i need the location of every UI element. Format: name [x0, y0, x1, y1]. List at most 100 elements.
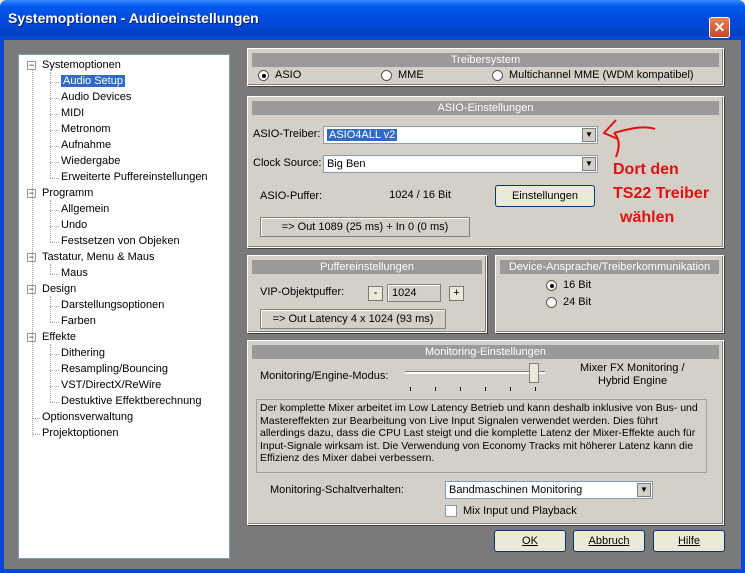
- monitoring-mode-value-line1: Mixer FX Monitoring /: [580, 362, 685, 374]
- tree-connector: [50, 264, 51, 274]
- ok-label: OK: [522, 535, 538, 547]
- clock-source-value: Big Ben: [327, 158, 366, 170]
- einstellungen-button[interactable]: Einstellungen: [495, 185, 595, 207]
- tree-item-label: VST/DirectX/ReWire: [61, 379, 162, 391]
- tree-item[interactable]: Design: [42, 282, 76, 297]
- asio-latency-readout: => Out 1089 (25 ms) + In 0 (0 ms): [260, 217, 470, 237]
- hilfe-button[interactable]: Hilfe: [653, 530, 725, 552]
- radio-mme-label: MME: [398, 69, 424, 81]
- asio-treiber-select[interactable]: ASIO4ALL v2 ▼: [323, 126, 598, 144]
- schaltverhalten-label: Monitoring-Schaltverhalten:: [270, 484, 404, 496]
- annotation-line3: wählen: [620, 209, 675, 226]
- slider-thumb[interactable]: [529, 363, 539, 383]
- radio-16-bit-label: 16 Bit: [563, 279, 592, 291]
- tree-item[interactable]: Projektoptionen: [42, 426, 118, 441]
- radio-asio-label: ASIO: [275, 69, 302, 81]
- chevron-down-icon[interactable]: ▼: [637, 483, 651, 497]
- asio-treiber-value: ASIO4ALL v2: [327, 129, 398, 141]
- monitoring-header: Monitoring-Einstellungen: [252, 345, 719, 359]
- tree-item[interactable]: MIDI: [61, 106, 84, 121]
- tree-item[interactable]: Festsetzen von Objeken: [61, 234, 180, 249]
- tree-connector: [50, 82, 59, 83]
- tree-item[interactable]: Audio Setup: [61, 74, 125, 89]
- engine-mode-slider[interactable]: [405, 363, 545, 393]
- radio-asio[interactable]: [258, 70, 269, 81]
- clock-source-select[interactable]: Big Ben ▼: [323, 155, 598, 173]
- tree-item-label: Audio Setup: [61, 75, 125, 87]
- puffereinstellungen-group: Puffereinstellungen VIP-Objektpuffer: - …: [247, 255, 487, 333]
- monitoring-group: Monitoring-Einstellungen Monitoring/Engi…: [247, 340, 724, 525]
- tree-item-label: Festsetzen von Objeken: [61, 235, 180, 247]
- tree-connector: [32, 418, 40, 419]
- mix-input-checkbox[interactable]: [445, 505, 457, 517]
- tree-item-label: Allgemein: [61, 203, 110, 215]
- tree-item[interactable]: Maus: [61, 266, 88, 281]
- radio-multichannel-mme[interactable]: [492, 70, 503, 81]
- tree-connector: [50, 72, 51, 178]
- options-tree: − Systemoptionen Audio Setup Audio Devices M…: [18, 54, 230, 559]
- tree-item[interactable]: Metronom: [61, 122, 111, 137]
- tree-item[interactable]: Resampling/Bouncing: [61, 362, 168, 377]
- tree-item-label: Systemoptionen: [42, 59, 121, 71]
- schaltverhalten-select[interactable]: Bandmaschinen Monitoring ▼: [445, 481, 653, 499]
- tree-item-label: Darstellungsoptionen: [61, 299, 165, 311]
- tree-item-label: Design: [42, 283, 77, 295]
- radio-24-bit[interactable]: [546, 297, 557, 308]
- puffer-latency-readout: => Out Latency 4 x 1024 (93 ms): [260, 309, 446, 329]
- puffer-increment-button[interactable]: +: [449, 286, 464, 301]
- tree-item[interactable]: Wiedergabe: [61, 154, 120, 169]
- vip-objektpuffer-value[interactable]: 1024: [387, 284, 441, 302]
- tree-item[interactable]: Erweiterte Puffereinstellungen: [61, 170, 208, 185]
- asio-puffer-label: ASIO-Puffer:: [260, 190, 323, 202]
- monitoring-mode-value-line2: Hybrid Engine: [598, 375, 668, 387]
- puffer-decrement-button[interactable]: -: [368, 286, 383, 301]
- tree-item[interactable]: Farben: [61, 314, 96, 329]
- slider-track: [405, 371, 545, 374]
- tree-expander-icon[interactable]: −: [27, 61, 36, 70]
- treibersystem-header: Treibersystem: [252, 53, 719, 67]
- close-button[interactable]: ✕: [709, 17, 730, 38]
- close-icon: ✕: [713, 19, 726, 35]
- tree-connector: [50, 274, 59, 275]
- tree-connector: [50, 210, 59, 211]
- red-arrow-annotation: [602, 119, 656, 158]
- tree-item[interactable]: Aufnahme: [61, 138, 111, 153]
- abbruch-button[interactable]: Abbruch: [573, 530, 645, 552]
- tree-item[interactable]: Allgemein: [61, 202, 109, 217]
- tree-item[interactable]: Destuktive Effektberechnung: [61, 394, 201, 409]
- chevron-down-icon[interactable]: ▼: [582, 128, 596, 142]
- tree-item[interactable]: Undo: [61, 218, 87, 233]
- tree-item[interactable]: Systemoptionen: [42, 58, 121, 73]
- tree-connector: [50, 322, 59, 323]
- tree-connector: [50, 98, 59, 99]
- tree-item[interactable]: Dithering: [61, 346, 105, 361]
- radio-mme[interactable]: [381, 70, 392, 81]
- device-header: Device-Ansprache/Treiberkommunikation: [500, 260, 719, 274]
- tree-item-label: Resampling/Bouncing: [61, 363, 169, 375]
- tree-item[interactable]: Audio Devices: [61, 90, 131, 105]
- tree-item[interactable]: Darstellungsoptionen: [61, 298, 164, 313]
- tree-connector: [32, 70, 33, 437]
- tree-item[interactable]: Programm: [42, 186, 93, 201]
- ok-button[interactable]: OK: [494, 530, 566, 552]
- tree-connector: [50, 402, 59, 403]
- chevron-down-icon[interactable]: ▼: [582, 157, 596, 171]
- clock-source-label: Clock Source:: [253, 157, 322, 169]
- tree-item-label: Programm: [42, 187, 94, 199]
- tree-item-label: Aufnahme: [61, 139, 112, 151]
- radio-16-bit[interactable]: [546, 280, 557, 291]
- tree-connector: [50, 370, 59, 371]
- radio-multichannel-mme-label: Multichannel MME (WDM kompatibel): [509, 69, 694, 81]
- tree-connector: [50, 226, 59, 227]
- tree-connector: [50, 354, 59, 355]
- asio-treiber-label: ASIO-Treiber:: [253, 128, 321, 140]
- tree-item[interactable]: Tastatur, Menu & Maus: [42, 250, 155, 265]
- tree-item[interactable]: VST/DirectX/ReWire: [61, 378, 161, 393]
- schaltverhalten-value: Bandmaschinen Monitoring: [449, 484, 583, 496]
- tree-item[interactable]: Optionsverwaltung: [42, 410, 133, 425]
- vip-objektpuffer-label: VIP-Objektpuffer:: [260, 286, 345, 298]
- tree-item-label: Farben: [61, 315, 96, 327]
- title-bar[interactable]: Systemoptionen - Audioeinstellungen ✕: [0, 0, 745, 38]
- tree-item-label: Wiedergabe: [61, 155, 121, 167]
- tree-item[interactable]: Effekte: [42, 330, 76, 345]
